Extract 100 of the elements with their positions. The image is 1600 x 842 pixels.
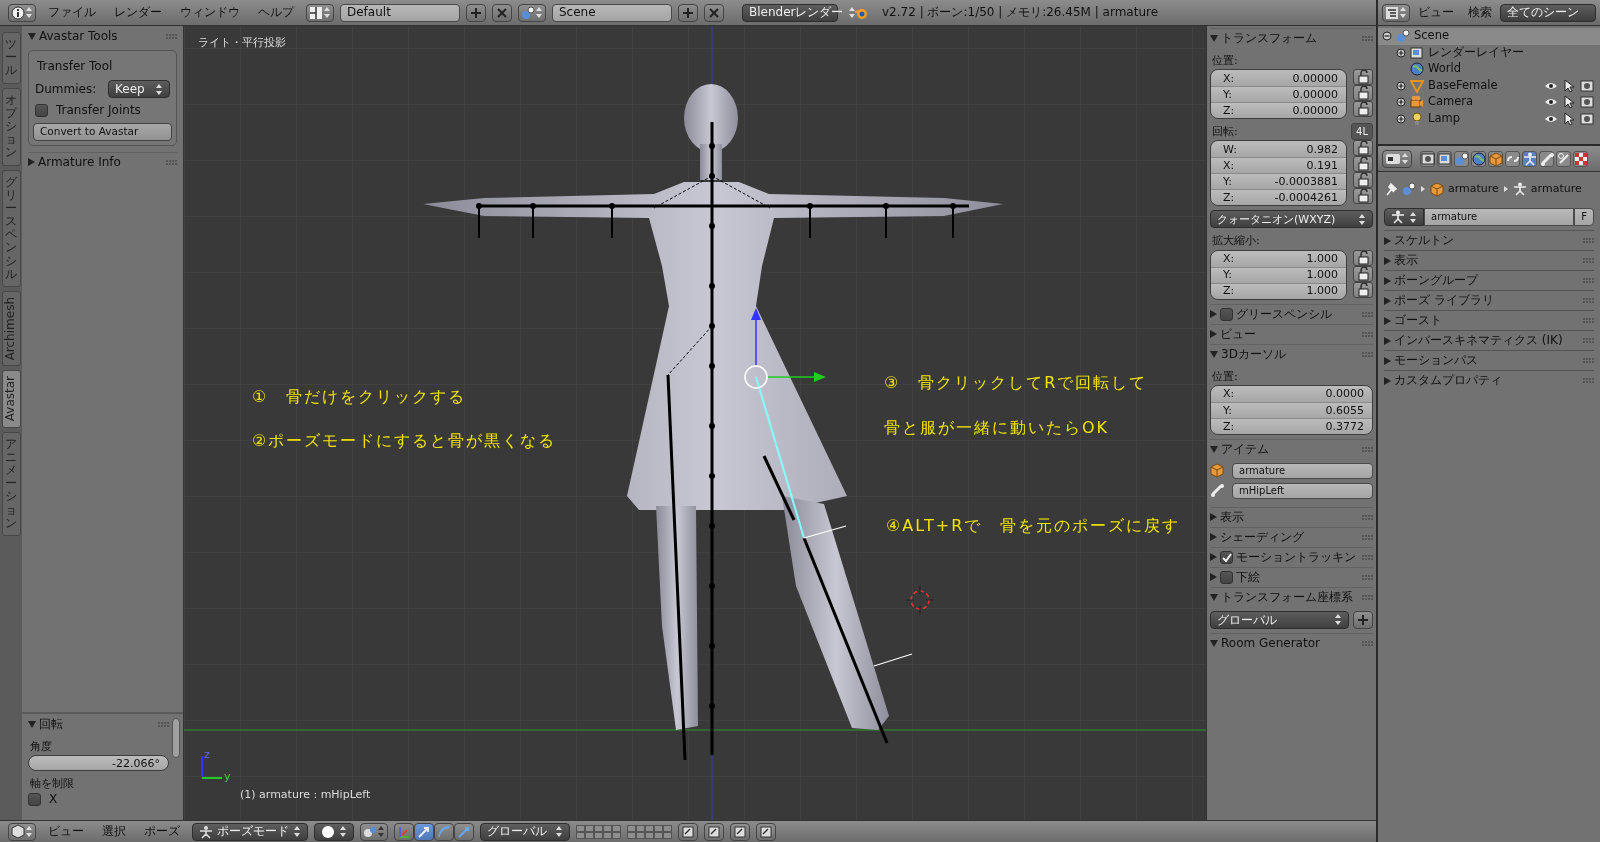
manipulator-button[interactable]: [414, 822, 434, 841]
panel-title[interactable]: ボーングループ: [1394, 273, 1580, 288]
panel-title[interactable]: Room Generator: [1221, 636, 1359, 651]
outliner-row[interactable]: Lamp: [1378, 110, 1600, 127]
mode-dropdown[interactable]: ポーズモード: [192, 822, 308, 841]
disclosure-triangle-icon[interactable]: [1210, 330, 1217, 339]
side-tab[interactable]: ツール: [1, 32, 21, 84]
lock-button[interactable]: [1353, 265, 1373, 282]
side-tab[interactable]: Avastar: [1, 370, 21, 428]
disclosure-triangle-icon[interactable]: [1384, 356, 1391, 365]
grip-icon[interactable]: [1362, 553, 1373, 561]
panel-title[interactable]: 表示: [1220, 510, 1359, 525]
lock-button[interactable]: [1353, 69, 1373, 86]
menu-item[interactable]: ヘルプ: [252, 5, 300, 20]
manipulator-button[interactable]: [434, 822, 454, 841]
datablock-selector-button[interactable]: [1384, 208, 1424, 226]
disclosure-triangle-icon[interactable]: [1210, 513, 1217, 522]
editor-type-button[interactable]: [1382, 3, 1410, 22]
grip-icon[interactable]: [166, 158, 177, 166]
pointer-icon[interactable]: [1562, 78, 1576, 93]
grip-icon[interactable]: [1583, 257, 1594, 264]
bone-name-field[interactable]: mHipLeft: [1232, 482, 1373, 499]
add-button[interactable]: [466, 3, 486, 22]
camera-icon[interactable]: [1580, 111, 1594, 126]
number-field[interactable]: Z: -0.0004261: [1211, 189, 1346, 206]
camera-icon[interactable]: [1580, 95, 1594, 110]
side-tab[interactable]: Archimesh: [1, 291, 21, 367]
menu-item[interactable]: ウィンドウ: [174, 5, 246, 20]
panel-title[interactable]: スケルトン: [1394, 233, 1580, 248]
panel-title[interactable]: 表示: [1394, 253, 1580, 268]
panel-title[interactable]: ゴースト: [1394, 313, 1580, 328]
plus-circle-icon[interactable]: [1396, 47, 1406, 58]
side-tab[interactable]: アニメーション: [1, 431, 21, 536]
info-menu-button[interactable]: [8, 3, 36, 22]
panel-title[interactable]: 3Dカーソル: [1221, 346, 1359, 362]
panel-title[interactable]: アイテム: [1221, 442, 1359, 457]
panel-title[interactable]: ビュー: [1220, 326, 1359, 342]
tool-button[interactable]: [678, 822, 698, 841]
panel-title[interactable]: ポーズ ライブラリ: [1394, 293, 1580, 308]
editor-type-button[interactable]: [1382, 149, 1412, 168]
menu-item[interactable]: ポーズ: [138, 824, 186, 839]
checkbox[interactable]: [1220, 307, 1233, 321]
panel-title[interactable]: トランスフォーム: [1221, 31, 1359, 46]
properties-tab[interactable]: [1420, 150, 1435, 167]
panel-title[interactable]: モーションパス: [1394, 353, 1580, 368]
disclosure-triangle-icon[interactable]: [28, 158, 35, 167]
menu-item[interactable]: レンダー: [108, 5, 168, 20]
tool-button[interactable]: [704, 822, 724, 841]
disclosure-triangle-icon[interactable]: [1210, 445, 1218, 453]
disclosure-triangle-icon[interactable]: [1384, 316, 1391, 325]
side-tab[interactable]: グリースペンシル: [1, 169, 21, 287]
manipulator-button[interactable]: [454, 822, 474, 841]
panel-title[interactable]: グリースペンシル: [1236, 306, 1359, 322]
panel-title[interactable]: Avastar Tools: [39, 28, 163, 44]
number-field[interactable]: Y: -0.0003881: [1211, 173, 1346, 190]
panel-title[interactable]: 下絵: [1236, 570, 1359, 585]
grip-icon[interactable]: [1583, 237, 1594, 244]
menu-item[interactable]: 検索: [1462, 5, 1498, 20]
delete-button[interactable]: [704, 3, 724, 22]
number-field[interactable]: Z: 0.00000: [1211, 102, 1346, 119]
lock-button[interactable]: [1353, 172, 1373, 189]
outliner-row[interactable]: BaseFemale: [1378, 77, 1600, 94]
grip-icon[interactable]: [1362, 593, 1373, 601]
checkbox[interactable]: [1220, 570, 1233, 584]
disclosure-triangle-icon[interactable]: [28, 720, 36, 728]
rotation-gizmo-drawing[interactable]: [744, 308, 826, 389]
menu-item[interactable]: ビュー: [42, 824, 90, 839]
number-field[interactable]: Y: 0.00000: [1211, 86, 1346, 103]
plus-circle-icon[interactable]: [1396, 97, 1406, 108]
scene-name-field[interactable]: Scene: [552, 3, 672, 22]
menu-item[interactable]: 選択: [96, 824, 132, 839]
menu-item[interactable]: ビュー: [1412, 5, 1460, 20]
add-button[interactable]: [678, 3, 698, 22]
outliner-row[interactable]: World: [1378, 61, 1600, 78]
panel-title[interactable]: トランスフォーム座標系: [1221, 590, 1359, 605]
lock-button[interactable]: [1353, 281, 1373, 298]
datablock-name-field[interactable]: armature: [1424, 208, 1575, 226]
disclosure-triangle-icon[interactable]: [1384, 276, 1391, 285]
panel-title[interactable]: カスタムプロパティ: [1394, 373, 1580, 388]
lock-button[interactable]: [1353, 85, 1373, 102]
number-field[interactable]: W: 0.982: [1211, 141, 1346, 158]
shading-dropdown[interactable]: [314, 822, 354, 841]
plus-circle-icon[interactable]: [1396, 80, 1406, 91]
grip-icon[interactable]: [1362, 330, 1373, 338]
grip-icon[interactable]: [1583, 297, 1594, 304]
disclosure-triangle-icon[interactable]: [1210, 35, 1218, 42]
tool-button[interactable]: [730, 822, 750, 841]
grip-icon[interactable]: [1362, 639, 1373, 647]
properties-tab[interactable]: [1556, 150, 1571, 167]
pin-icon[interactable]: [1384, 182, 1398, 196]
tool-button[interactable]: [756, 822, 776, 841]
lock-button[interactable]: [1353, 140, 1373, 157]
plus-circle-icon[interactable]: [1396, 113, 1406, 124]
grip-icon[interactable]: [158, 720, 169, 728]
disclosure-triangle-icon[interactable]: [1384, 256, 1391, 265]
camera-icon[interactable]: [1580, 78, 1594, 93]
disclosure-triangle-icon[interactable]: [28, 32, 36, 40]
grip-icon[interactable]: [1583, 277, 1594, 284]
fake-user-button[interactable]: F: [1574, 208, 1594, 226]
grip-icon[interactable]: [1583, 357, 1594, 364]
